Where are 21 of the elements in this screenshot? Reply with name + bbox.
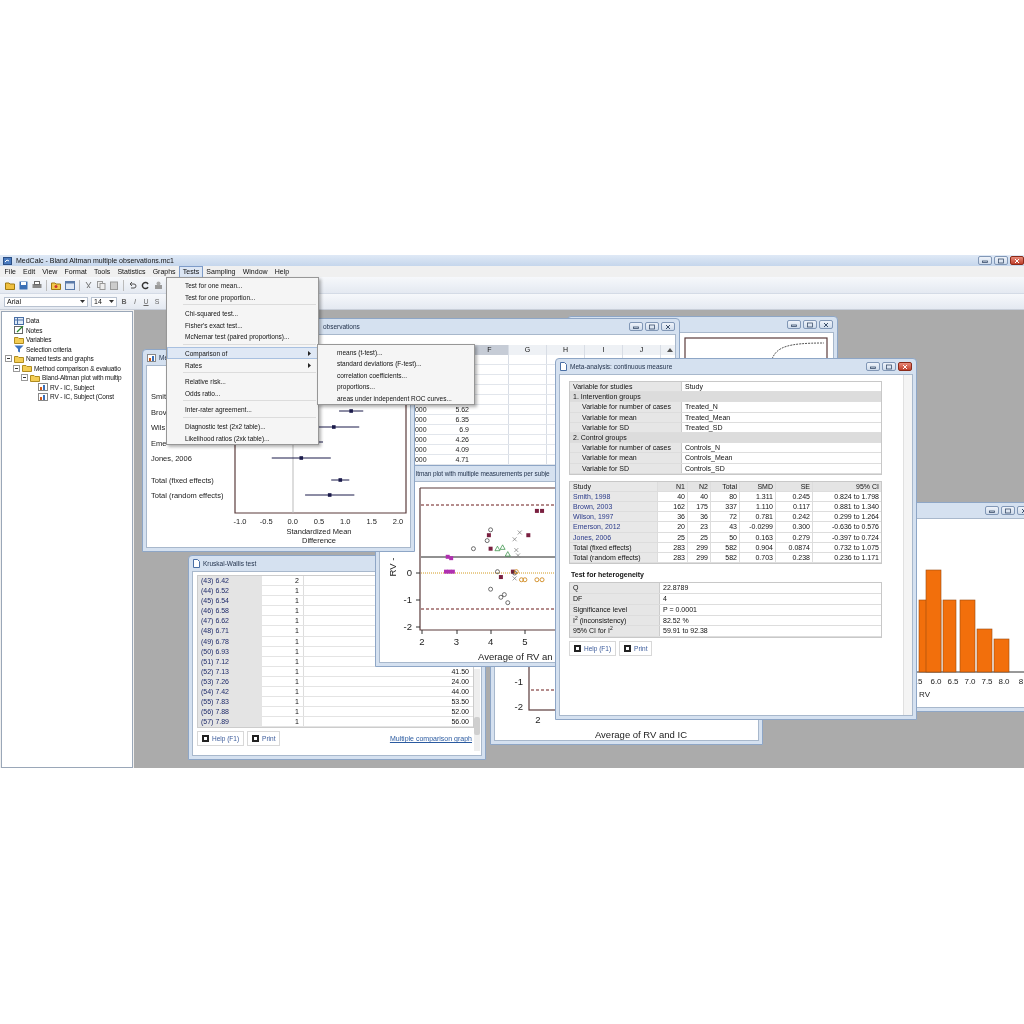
axis-tick-label: -2	[514, 701, 523, 712]
axis-tick-label: 7.0	[964, 677, 976, 686]
axis-tick-label: 6.5	[947, 677, 959, 686]
axis-title: RV	[919, 690, 930, 699]
axis-tick-label: 8.0	[998, 677, 1010, 686]
axis-tick-label: 2	[535, 714, 541, 725]
axis-tick-label: .5	[915, 677, 923, 686]
axis-tick-label: 3	[453, 636, 459, 647]
axis-tick-label: 0	[406, 567, 412, 578]
axis-title: RV -	[387, 557, 398, 577]
axis-title: Average of RV and IC	[594, 729, 688, 740]
axis-tick-label: -2	[403, 621, 412, 632]
axis-tick-label: -1	[403, 594, 412, 605]
axis-tick-label: -1	[514, 676, 523, 687]
axis-title: Average of RV an	[478, 651, 553, 662]
axis-tick-label: 7.5	[981, 677, 993, 686]
axis-tick-label: 2	[419, 636, 425, 647]
axis-tick-label: 6.0	[930, 677, 942, 686]
axis-tick-label: 8	[1018, 677, 1024, 686]
axis-tick-label: 5	[522, 636, 528, 647]
axis-tick-label: 4	[487, 636, 494, 647]
